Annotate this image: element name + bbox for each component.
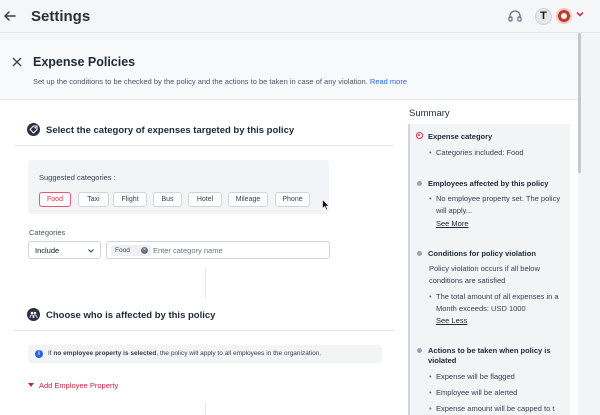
include-select-value: Include — [35, 246, 60, 255]
panel-description-text: Set up the conditions to be checked by t… — [33, 77, 368, 86]
summary-action-item: Expense will be flagged — [429, 371, 566, 383]
summary-step-icon — [417, 181, 422, 186]
headset-icon[interactable] — [507, 8, 523, 24]
summary-panel: Expense category Categories included: Fo… — [408, 124, 570, 415]
mouse-cursor-icon — [322, 199, 330, 211]
see-less-link[interactable]: See Less — [436, 316, 467, 325]
tag-icon — [27, 123, 40, 136]
info-text-suffix: , the policy will apply to all employees… — [156, 350, 322, 357]
chip-phone[interactable]: Phone — [275, 192, 310, 207]
summary-step-icon — [417, 251, 422, 256]
connector-line — [205, 402, 206, 415]
connector-line — [205, 268, 206, 298]
chip-mileage[interactable]: Mileage — [228, 192, 268, 207]
people-icon — [27, 308, 40, 321]
tag-label: Food — [115, 246, 130, 254]
top-bar: Settings T — [0, 0, 600, 33]
chip-taxi[interactable]: Taxi — [78, 192, 109, 207]
summary-conditions-item: The total amount of all expenses in a Mo… — [429, 291, 566, 315]
summary-conditions-heading: Conditions for policy violation — [428, 249, 536, 258]
page-scrollbar[interactable] — [578, 33, 581, 173]
summary-step-icon — [417, 348, 422, 353]
info-banner: i If no employee property is selected, t… — [28, 345, 382, 363]
suggested-categories-label: Suggested categories : — [39, 173, 116, 182]
category-input-placeholder: Enter category name — [153, 246, 223, 255]
chip-food[interactable]: Food — [39, 192, 71, 207]
divider — [14, 145, 394, 146]
summary-timeline — [408, 124, 410, 415]
chip-hotel[interactable]: Hotel — [188, 192, 222, 207]
info-icon: i — [35, 350, 43, 358]
chevron-down-icon — [88, 249, 94, 253]
summary-employees-item: No employee property set. The policy wil… — [429, 193, 566, 217]
add-employee-property-button[interactable]: Add Employee Property — [28, 381, 118, 390]
summary-step-active-icon — [416, 132, 423, 139]
chevron-down-icon[interactable] — [575, 9, 585, 19]
summary-expense-category-heading: Expense category — [428, 132, 493, 141]
summary-employees-heading: Employees affected by this policy — [428, 179, 549, 188]
include-select[interactable]: Include — [28, 241, 101, 259]
employee-section-title: Choose who is affected by this policy — [46, 310, 216, 321]
panel-header: Expense Policies Set up the conditions t… — [0, 40, 578, 100]
category-input[interactable]: Food × Enter category name — [106, 241, 330, 259]
summary-conditions-text: Policy violation occurs if all below con… — [429, 264, 540, 285]
see-more-link[interactable]: See More — [436, 219, 469, 228]
summary-action-item: Expense amount will be capped to t — [429, 403, 566, 415]
remove-tag-icon[interactable]: × — [141, 247, 148, 254]
summary-expense-category-item: Categories included: Food — [429, 147, 566, 159]
selected-category-tag: Food × — [111, 245, 151, 256]
summary-action-item: Employee will be alerted — [429, 387, 566, 399]
chip-flight[interactable]: Flight — [113, 192, 147, 207]
category-section-title: Select the category of expenses targeted… — [46, 125, 295, 136]
summary-title: Summary — [409, 108, 450, 119]
back-arrow-icon[interactable] — [2, 8, 18, 24]
panel-title: Expense Policies — [33, 55, 136, 69]
info-text-bold: no employee property is selected — [53, 350, 157, 357]
page-title: Settings — [31, 8, 91, 25]
chip-bus[interactable]: Bus — [153, 192, 182, 207]
panel-description: Set up the conditions to be checked by t… — [33, 77, 407, 86]
org-logo-icon[interactable] — [556, 8, 572, 24]
info-text: If no employee property is selected, the… — [48, 350, 321, 357]
expense-policy-panel: Expense Policies Set up the conditions t… — [0, 40, 578, 415]
suggested-categories-box: Suggested categories : Food Taxi Flight … — [28, 160, 329, 214]
user-avatar[interactable]: T — [535, 8, 552, 25]
close-icon[interactable] — [12, 57, 22, 67]
categories-label: Categories — [29, 228, 66, 237]
summary-actions-heading: Actions to be taken when policy is viola… — [428, 346, 551, 365]
read-more-link[interactable]: Read more — [370, 77, 407, 86]
divider — [14, 330, 394, 331]
